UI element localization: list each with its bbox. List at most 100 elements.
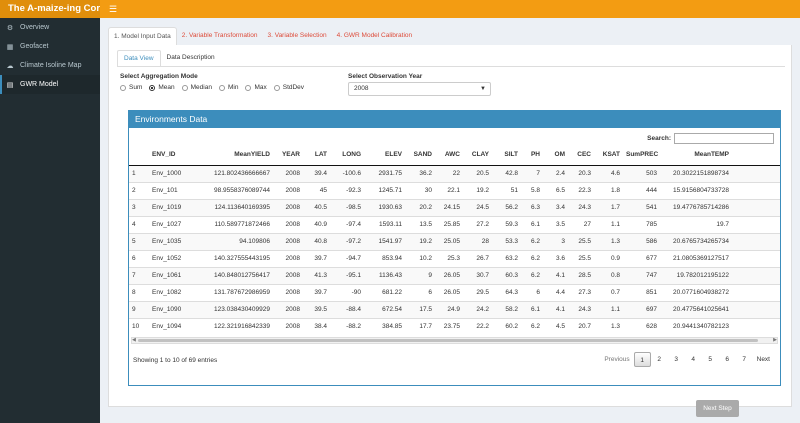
table-row[interactable]: 10 Env_1094 122.321916842339 2008 38.4 -88.2 3… <box>129 317 780 335</box>
tab-gwr-model-calibration[interactable]: 4. GWR Model Calibration <box>332 27 418 45</box>
radio-circle[interactable] <box>149 84 156 91</box>
sidebar-item-overview[interactable]: ⚙ Overview <box>0 18 100 37</box>
column-header[interactable]: LAT <box>303 145 330 166</box>
table-cell: 6.2 <box>521 317 543 335</box>
pagination-page[interactable]: 5 <box>702 352 719 367</box>
table-cell: 20.5 <box>463 164 492 182</box>
column-header[interactable]: ENV_ID <box>149 145 201 166</box>
environments-data-box: Environments Data Search: ENV_ID MeanYIE… <box>128 110 781 386</box>
column-header[interactable]: MeanTEMP <box>660 145 732 166</box>
column-header[interactable]: KSAT <box>594 145 623 166</box>
pagination-page[interactable]: 6 <box>719 352 736 367</box>
sidebar-item-climate-isoline-map[interactable]: ☁ Climate Isoline Map <box>0 56 100 75</box>
table-cell: 19.4776785714286 <box>660 198 732 216</box>
observation-year-select[interactable]: 2008 ▼ <box>348 82 491 96</box>
table-row[interactable]: 7 Env_1061 140.848012756417 2008 41.3 -95.1 11… <box>129 266 780 284</box>
column-header[interactable]: SILT <box>492 145 521 166</box>
subtab-data-description[interactable]: Data Description <box>161 50 221 66</box>
radio-circle[interactable] <box>120 84 126 91</box>
column-header[interactable]: MeanYIELD <box>201 145 273 166</box>
table-cell: 24.3 <box>568 198 594 216</box>
pagination-page[interactable]: 7 <box>736 352 753 367</box>
pagination-next[interactable]: Next <box>753 352 774 367</box>
column-header[interactable]: LONG <box>330 145 364 166</box>
radio-circle[interactable] <box>245 84 252 91</box>
table-cell: 410.4 <box>732 164 780 182</box>
radio-max[interactable]: Max <box>245 84 267 91</box>
table-row[interactable]: 1 Env_1000 121.802436666667 2008 39.4 -100.6 2… <box>129 164 780 182</box>
cloud-icon: ☁ <box>6 62 14 70</box>
column-header[interactable]: YEAR <box>273 145 303 166</box>
pagination-page[interactable]: 3 <box>668 352 685 367</box>
table-row[interactable]: 9 Env_1090 123.038430409929 2008 39.5 -88.4 67… <box>129 300 780 318</box>
search-input[interactable] <box>674 133 774 144</box>
table-cell: 6.1 <box>521 300 543 318</box>
table-cell: 5.8 <box>521 181 543 199</box>
tab-panel: Data View Data Description Select Aggreg… <box>108 45 792 407</box>
column-header[interactable]: OM <box>543 145 568 166</box>
table-row[interactable]: 4 Env_1027 110.589771872466 2008 40.9 -97.4 15… <box>129 215 780 233</box>
column-header[interactable]: CLAY <box>463 145 492 166</box>
scroll-left-icon[interactable]: ◀ <box>132 337 136 343</box>
table-cell: 3.4 <box>543 198 568 216</box>
table-cell: 503 <box>623 164 660 182</box>
scroll-right-icon[interactable]: ▶ <box>773 337 777 343</box>
column-header[interactable]: ELEV <box>364 145 405 166</box>
column-header[interactable]: CEC <box>568 145 594 166</box>
main-content: 1. Model Input Data 2. Variable Transfor… <box>100 18 800 423</box>
table-cell: 39.7 <box>303 283 330 301</box>
horizontal-scrollbar[interactable]: ◀ ▶ <box>131 337 778 344</box>
radio-sum[interactable]: Sum <box>120 84 142 91</box>
tab-variable-transformation[interactable]: 2. Variable Transformation <box>177 27 263 45</box>
top-bar: The A-maize-ing Corn ☰ <box>0 0 800 18</box>
pagination: Previous 1 2 3 4 5 6 7 Next <box>600 352 774 367</box>
table-cell: 28 <box>463 232 492 250</box>
radio-circle[interactable] <box>273 84 280 91</box>
sidebar-item-gwr-model[interactable]: ▤ GWR Model <box>0 75 100 94</box>
table-row[interactable]: 8 Env_1082 131.787672986959 2008 39.7 -90 681.… <box>129 283 780 301</box>
table-cell: 384.85 <box>364 317 405 335</box>
table-cell: 785 <box>623 215 660 233</box>
table-row[interactable]: 3 Env_1019 124.113640169395 2008 40.5 -98.5 19… <box>129 198 780 216</box>
next-step-button[interactable]: Next Step <box>696 400 739 417</box>
sidebar: ⚙ Overview ▦ Geofacet ☁ Climate Isoline … <box>0 18 100 423</box>
radio-label: Min <box>227 84 239 91</box>
pagination-page[interactable]: 4 <box>685 352 702 367</box>
column-header[interactable]: SAND <box>405 145 435 166</box>
table-cell: 9 <box>129 300 149 318</box>
table-cell: 39.5 <box>303 300 330 318</box>
subtab-data-view[interactable]: Data View <box>117 50 161 66</box>
table-info: Showing 1 to 10 of 69 entries <box>133 357 218 364</box>
radio-circle[interactable] <box>181 84 188 91</box>
table-row[interactable]: 6 Env_1052 140.327555443195 2008 39.7 -94.7 85… <box>129 249 780 267</box>
table-scroll-area[interactable]: ENV_ID MeanYIELD YEAR LAT LONG ELEV SAND… <box>129 145 780 335</box>
hamburger-icon[interactable]: ☰ <box>105 0 121 18</box>
app-title: The A-maize-ing Corn <box>0 0 100 18</box>
column-header[interactable]: AWC <box>435 145 463 166</box>
column-header[interactable]: M <box>732 145 780 166</box>
table-cell: 56.2 <box>492 198 521 216</box>
column-header[interactable] <box>129 145 149 166</box>
tab-model-input-data[interactable]: 1. Model Input Data <box>108 27 177 45</box>
column-header[interactable]: SumPREC <box>623 145 660 166</box>
pagination-page[interactable]: 1 <box>633 352 651 367</box>
pagination-page[interactable]: 2 <box>651 352 668 367</box>
table-cell: 131.787672986959 <box>201 283 273 301</box>
scrollbar-thumb[interactable] <box>138 339 758 342</box>
sidebar-item-geofacet[interactable]: ▦ Geofacet <box>0 37 100 56</box>
table-cell: 40.8 <box>303 232 330 250</box>
radio-min[interactable]: Min <box>218 84 239 91</box>
table-cell: Env_1027 <box>149 215 201 233</box>
radio-circle[interactable] <box>218 84 225 91</box>
pagination-previous[interactable]: Previous <box>600 352 633 367</box>
aggregation-mode-label: Select Aggregation Mode <box>120 73 198 80</box>
tab-variable-selection[interactable]: 3. Variable Selection <box>262 27 331 45</box>
table-row[interactable]: 2 Env_101 98.9558376089744 2008 45 -92.3 1245.… <box>129 181 780 199</box>
radio-mean[interactable]: Mean <box>149 84 175 91</box>
radio-median[interactable]: Median <box>181 84 212 91</box>
radio-stddev[interactable]: StdDev <box>273 84 304 91</box>
column-header[interactable]: PH <box>521 145 543 166</box>
table-row[interactable]: 5 Env_1035 94.109806 2008 40.8 -97.2 1541.97 19… <box>129 232 780 250</box>
table-cell: -97.2 <box>330 232 364 250</box>
table-cell: 586 <box>623 232 660 250</box>
